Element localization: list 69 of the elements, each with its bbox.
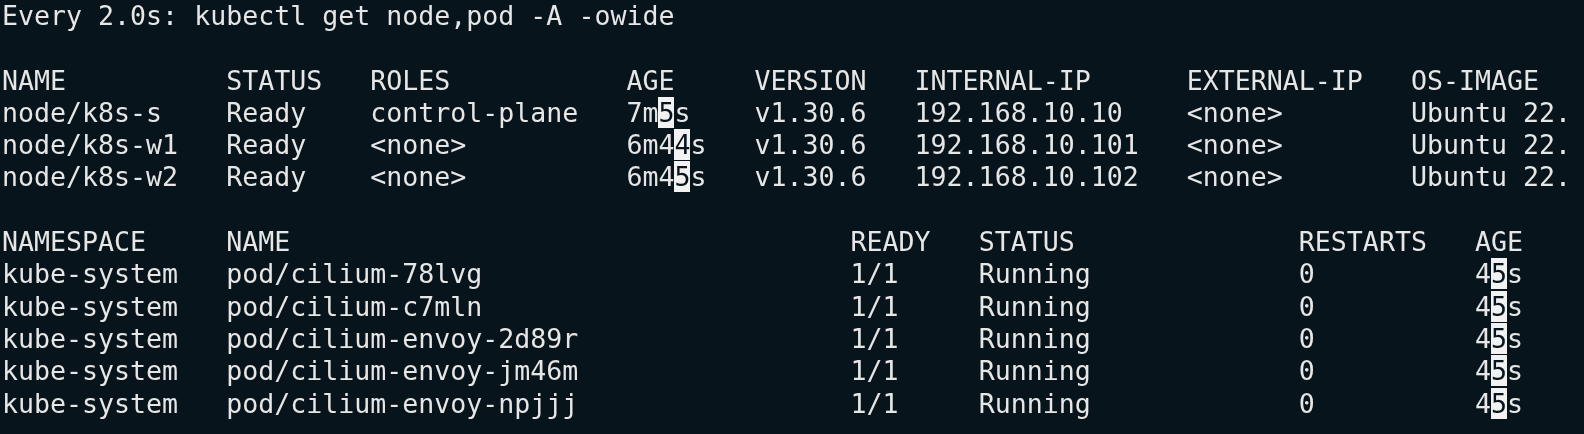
column-header: READY (850, 226, 931, 259)
table-cell: 0 (1298, 355, 1315, 388)
table-cell: 1/1 (850, 387, 899, 420)
table-cell: node/k8s-w1 (2, 129, 179, 162)
table-cell: 0 (1298, 387, 1315, 420)
table-cell: pod/cilium-envoy-npjjj (226, 387, 579, 420)
column-header: EXTERNAL-IP (1186, 64, 1363, 97)
table-cell: Ubuntu 22. (1410, 129, 1571, 162)
column-header: INTERNAL-IP (914, 64, 1091, 97)
column-header: ROLES (370, 64, 451, 97)
table-cell: <none> (1186, 129, 1283, 162)
table-cell: kube-system (2, 355, 179, 388)
table-cell: Ubuntu 22. (1410, 96, 1571, 130)
table-cell: Ubuntu 22. (1410, 161, 1571, 194)
table-cell: 0 (1298, 322, 1315, 356)
column-header: NAME (2, 64, 67, 97)
table-cell: <none> (1186, 161, 1283, 194)
column-header: AGE (1474, 226, 1523, 259)
table-cell: pod/cilium-78lvg (226, 258, 483, 291)
table-cell: kube-system (2, 258, 179, 291)
table-cell: 45s (1474, 322, 1523, 356)
table-cell: pod/cilium-envoy-jm46m (226, 355, 579, 388)
table-cell: 192.168.10.102 (914, 161, 1139, 194)
table-cell: 45s (1474, 290, 1523, 323)
table-cell: kube-system (2, 290, 179, 323)
table-cell: node/k8s-w2 (2, 161, 179, 194)
table-cell: pod/cilium-envoy-2d89r (226, 322, 579, 356)
table-cell: Running (978, 290, 1091, 323)
table-cell: 192.168.10.101 (914, 129, 1139, 162)
table-cell: Running (978, 387, 1091, 420)
table-cell: 6m44s (626, 129, 707, 162)
table-cell: 192.168.10.10 (914, 96, 1123, 130)
column-header: RESTARTS (1298, 226, 1427, 259)
table-cell: node/k8s-s (2, 96, 163, 130)
table-cell: control-plane (370, 96, 579, 130)
table-cell: 0 (1298, 258, 1315, 291)
column-header: NAME (226, 226, 291, 259)
table-cell: Ready (226, 161, 307, 194)
table-cell: 1/1 (850, 258, 899, 291)
command-line: Every 2.0s: kubectl get node,pod -A -owide (2, 0, 676, 33)
table-cell: <none> (370, 129, 467, 162)
column-header: STATUS (226, 64, 323, 97)
table-cell: Ready (226, 96, 307, 130)
table-cell: pod/cilium-c7mln (226, 290, 483, 323)
table-cell: 1/1 (850, 290, 899, 323)
table-cell: Running (978, 355, 1091, 388)
table-cell: 45s (1474, 387, 1523, 420)
table-cell: Running (978, 322, 1091, 356)
table-cell: 1/1 (850, 355, 899, 388)
table-cell: v1.30.6 (754, 129, 867, 162)
table-cell: v1.30.6 (754, 161, 867, 194)
column-header: OS-IMAGE (1410, 64, 1539, 97)
table-cell: 6m45s (626, 161, 707, 194)
column-header: VERSION (754, 64, 867, 97)
table-cell: 45s (1474, 258, 1523, 291)
table-cell: 45s (1474, 355, 1523, 388)
table-cell: v1.30.6 (754, 96, 867, 130)
column-header: STATUS (978, 226, 1075, 259)
table-cell: kube-system (2, 387, 179, 420)
table-cell: <none> (370, 161, 467, 194)
table-cell: 0 (1298, 290, 1315, 323)
table-cell: Ready (226, 129, 307, 162)
table-cell: kube-system (2, 322, 179, 356)
column-header: NAMESPACE (2, 226, 147, 259)
column-header: AGE (626, 64, 675, 97)
table-cell: <none> (1186, 96, 1283, 130)
table-cell: 7m5s (626, 96, 691, 130)
table-cell: 1/1 (850, 322, 899, 356)
table-cell: Running (978, 258, 1091, 291)
